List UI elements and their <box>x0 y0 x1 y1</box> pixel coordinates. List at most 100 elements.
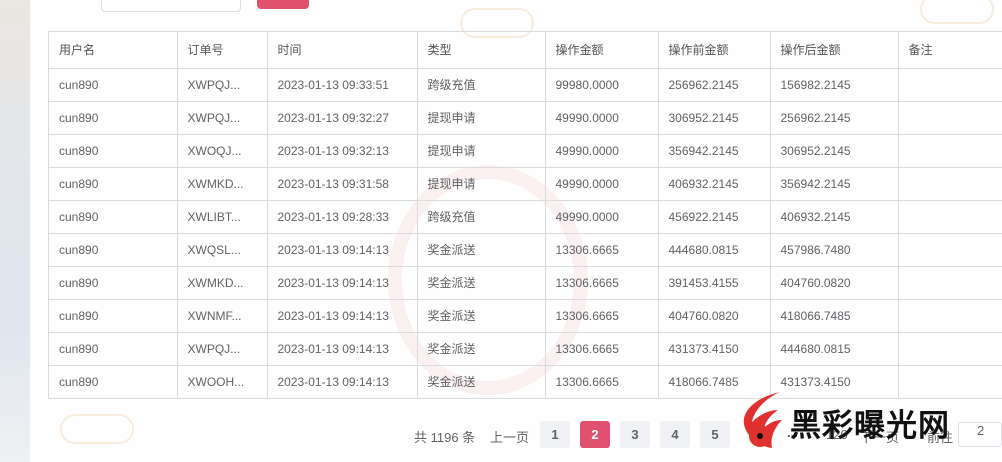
cell-time: 2023-01-13 09:14:13 <box>267 233 418 267</box>
cell-time: 2023-01-13 09:14:13 <box>267 299 418 333</box>
column-header: 操作金额 <box>545 32 659 69</box>
table-row: cun890 XWNMF... 2023-01-13 09:14:13 奖金派送 133… <box>49 299 1002 333</box>
column-header: 订单号 <box>177 32 268 69</box>
cell-type: 奖金派送 <box>417 332 546 366</box>
cell-remark <box>898 68 1002 102</box>
table-row: cun890 XWLIBT... 2023-01-13 09:28:33 跨级充值 49… <box>49 200 1002 234</box>
transaction-table: 用户名 订单号 时间 类型 操作金额 操作前金额 操作后金额 备注 cun890 XWPQJ..… <box>48 31 1002 399</box>
cell-time: 2023-01-13 09:32:27 <box>267 101 418 135</box>
cell-amount: 13306.6665 <box>545 233 659 267</box>
cell-username: cun890 <box>49 332 178 366</box>
cell-balance-after: 404760.0820 <box>770 266 899 300</box>
column-header: 用户名 <box>49 32 178 69</box>
cell-order-id: XWPQJ... <box>177 101 268 135</box>
column-header: 类型 <box>417 32 546 69</box>
cell-remark <box>898 233 1002 267</box>
cell-username: cun890 <box>49 299 178 333</box>
cell-remark <box>898 167 1002 201</box>
table-row: cun890 XWQSL... 2023-01-13 09:14:13 奖金派送 133… <box>49 233 1002 267</box>
cell-remark <box>898 266 1002 300</box>
cell-type: 奖金派送 <box>417 233 546 267</box>
cell-amount: 13306.6665 <box>545 365 659 398</box>
prev-page-button[interactable]: 上一页 <box>490 427 529 446</box>
cell-type: 奖金派送 <box>417 299 546 333</box>
cell-order-id: XWQSL... <box>177 233 268 267</box>
cell-balance-before: 306952.2145 <box>658 101 771 135</box>
cell-order-id: XWLIBT... <box>177 200 268 234</box>
cell-order-id: XWOOH... <box>177 365 268 398</box>
cell-order-id: XWOQJ... <box>177 134 268 168</box>
cell-type: 提现申请 <box>417 167 546 201</box>
table-row: cun890 XWMKD... 2023-01-13 09:14:13 奖金派送 133… <box>49 266 1002 300</box>
cell-balance-before: 391453.4155 <box>658 266 771 300</box>
page-button-1[interactable]: 1 <box>540 421 570 448</box>
cell-amount: 49990.0000 <box>545 167 659 201</box>
table-row: cun890 XWPQJ... 2023-01-13 09:32:27 提现申请 499… <box>49 101 1002 135</box>
cell-balance-before: 404760.0820 <box>658 299 771 333</box>
table-header-row: 用户名 订单号 时间 类型 操作金额 操作前金额 操作后金额 备注 <box>49 32 1002 69</box>
cell-balance-after: 356942.2145 <box>770 167 899 201</box>
cell-amount: 49990.0000 <box>545 134 659 168</box>
cell-time: 2023-01-13 09:28:33 <box>267 200 418 234</box>
cell-balance-after: 156982.2145 <box>770 68 899 102</box>
cell-balance-before: 456922.2145 <box>658 200 771 234</box>
search-button[interactable] <box>257 0 309 9</box>
cell-balance-before: 431373.4150 <box>658 332 771 366</box>
search-input[interactable] <box>101 0 241 12</box>
cell-username: cun890 <box>49 68 178 102</box>
page-button-4[interactable]: 4 <box>660 421 690 448</box>
cell-amount: 49990.0000 <box>545 200 659 234</box>
cell-username: cun890 <box>49 266 178 300</box>
cell-remark <box>898 299 1002 333</box>
table-row: cun890 XWMKD... 2023-01-13 09:31:58 提现申请 499… <box>49 167 1002 201</box>
cell-remark <box>898 200 1002 234</box>
cell-amount: 13306.6665 <box>545 266 659 300</box>
page-button-5[interactable]: 5 <box>700 421 730 448</box>
cell-username: cun890 <box>49 101 178 135</box>
cell-balance-before: 444680.0815 <box>658 233 771 267</box>
cell-time: 2023-01-13 09:14:13 <box>267 266 418 300</box>
cell-username: cun890 <box>49 134 178 168</box>
page-button-3[interactable]: 3 <box>620 421 650 448</box>
cell-type: 跨级充值 <box>417 200 546 234</box>
cell-type: 奖金派送 <box>417 365 546 398</box>
logo-text: 黑彩曝光网 <box>790 408 950 444</box>
cell-order-id: XWNMF... <box>177 299 268 333</box>
column-header: 操作前金额 <box>658 32 771 69</box>
cell-order-id: XWPQJ... <box>177 68 268 102</box>
cell-username: cun890 <box>49 167 178 201</box>
column-header: 时间 <box>267 32 418 69</box>
cell-type: 提现申请 <box>417 101 546 135</box>
cell-balance-after: 306952.2145 <box>770 134 899 168</box>
cell-amount: 99980.0000 <box>545 68 659 102</box>
logo-emblem-icon <box>743 392 782 448</box>
cell-remark <box>898 134 1002 168</box>
cell-balance-after: 418066.7485 <box>770 299 899 333</box>
cell-balance-after: 406932.2145 <box>770 200 899 234</box>
cell-order-id: XWMKD... <box>177 167 268 201</box>
site-logo: 黑彩曝光网 <box>740 388 1002 462</box>
cell-username: cun890 <box>49 365 178 398</box>
cell-balance-before: 256962.2145 <box>658 68 771 102</box>
cell-balance-before: 356942.2145 <box>658 134 771 168</box>
cell-order-id: XWMKD... <box>177 266 268 300</box>
cell-time: 2023-01-13 09:32:13 <box>267 134 418 168</box>
table-body: cun890 XWPQJ... 2023-01-13 09:33:51 跨级充值 999… <box>49 68 1002 398</box>
cell-balance-after: 256962.2145 <box>770 101 899 135</box>
cell-type: 跨级充值 <box>417 68 546 102</box>
cell-remark <box>898 101 1002 135</box>
table-row: cun890 XWPQJ... 2023-01-13 09:33:51 跨级充值 999… <box>49 68 1002 102</box>
cell-order-id: XWPQJ... <box>177 332 268 366</box>
column-header: 操作后金额 <box>770 32 899 69</box>
left-background-strip <box>0 0 30 462</box>
cell-type: 奖金派送 <box>417 266 546 300</box>
page-button-2[interactable]: 2 <box>580 421 610 448</box>
cell-time: 2023-01-13 09:14:13 <box>267 365 418 398</box>
column-header: 备注 <box>898 32 1002 69</box>
cell-amount: 13306.6665 <box>545 299 659 333</box>
cell-balance-after: 457986.7480 <box>770 233 899 267</box>
cell-time: 2023-01-13 09:14:13 <box>267 332 418 366</box>
cell-username: cun890 <box>49 233 178 267</box>
cell-time: 2023-01-13 09:33:51 <box>267 68 418 102</box>
cell-username: cun890 <box>49 200 178 234</box>
